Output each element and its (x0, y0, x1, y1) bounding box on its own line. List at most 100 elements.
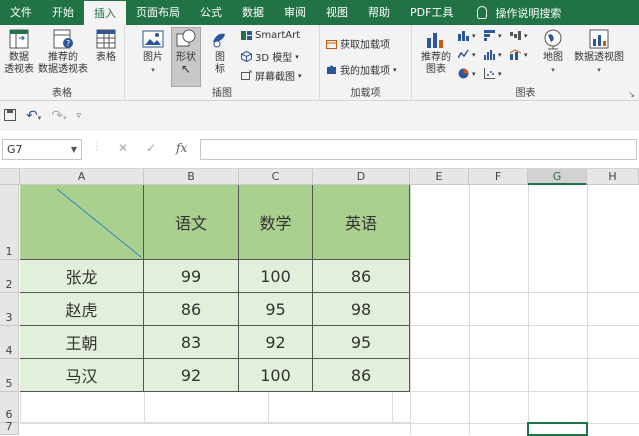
table-icon (95, 28, 117, 50)
my-addins-label: 我的加载项 (340, 66, 390, 77)
table-cell[interactable]: 86 (144, 293, 239, 326)
cancel-icon[interactable]: ✕ (118, 141, 128, 155)
icons-icon (209, 28, 231, 50)
my-addins-button[interactable]: 我的加载项 ▾ (326, 62, 397, 77)
table-button[interactable]: 表格 (91, 28, 121, 64)
recommended-charts-button[interactable]: 推荐的 图表 (418, 28, 454, 76)
tab-file[interactable]: 文件 (0, 0, 42, 25)
stat-chart-button[interactable]: ▾ (484, 49, 502, 60)
column-header-g[interactable]: G (528, 169, 587, 185)
chevron-down-icon: ▼ (70, 145, 77, 154)
recommended-pivot-label: 推荐的 数据透视表 (38, 52, 88, 75)
row-header-7[interactable]: 7 (0, 420, 19, 435)
table-label: 表格 (96, 52, 116, 63)
row-header-1[interactable]: 1 (0, 185, 19, 260)
table-cell[interactable]: 赵虎 (20, 293, 144, 326)
table-cell[interactable]: 92 (144, 359, 239, 392)
combo-chart-button[interactable]: ▾ (509, 49, 528, 60)
redo-icon[interactable]: ↷▾ (51, 108, 66, 124)
recommended-pivot-button[interactable]: ? 推荐的 数据透视表 (38, 28, 88, 76)
icons-label: 图 标 (215, 52, 225, 75)
header-cell-math[interactable]: 数学 (239, 185, 313, 260)
name-box[interactable]: G7 ▼ (2, 139, 82, 160)
column-header-c[interactable]: C (239, 169, 313, 185)
diagonal-header-cell[interactable] (20, 185, 144, 260)
row-header-3[interactable]: 3 (0, 293, 19, 326)
group-tables: 数据 透视表 ? 推荐的 数据透视表 表格 表格 (0, 25, 125, 101)
tab-view[interactable]: 视图 (316, 0, 358, 25)
picture-icon (142, 28, 164, 50)
table-cell[interactable]: 张龙 (20, 260, 144, 293)
undo-icon[interactable]: ↶▾ (26, 108, 41, 124)
pivot-chart-icon (588, 28, 610, 50)
row-header-2[interactable]: 2 (0, 260, 19, 293)
table-cell[interactable]: 95 (239, 293, 313, 326)
select-all-corner[interactable] (0, 169, 20, 185)
icons-button[interactable]: 图 标 (209, 28, 231, 76)
smartart-button[interactable]: SmartArt (241, 30, 300, 41)
column-chart-button[interactable]: ▾ (458, 30, 476, 41)
table-cell[interactable]: 86 (313, 359, 410, 392)
column-header-e[interactable]: E (410, 169, 469, 185)
enter-icon[interactable]: ✓ (146, 141, 156, 155)
pivot-chart-button[interactable]: 数据透视图 ▾ (572, 28, 626, 76)
tab-page-layout[interactable]: 页面布局 (126, 0, 190, 25)
cube-icon (241, 50, 252, 63)
header-cell-english[interactable]: 英语 (313, 185, 410, 260)
hierarchy-chart-button[interactable]: ▾ (484, 30, 502, 41)
smartart-icon (241, 30, 252, 41)
shapes-button[interactable]: 形状 ↖ (171, 27, 201, 87)
pie-chart-icon (458, 68, 469, 79)
tab-data[interactable]: 数据 (232, 0, 274, 25)
customize-qat-icon[interactable]: ▿ (77, 111, 82, 121)
active-cell-g7[interactable] (527, 422, 588, 436)
table-cell[interactable]: 83 (144, 326, 239, 359)
line-chart-button[interactable]: ▾ (457, 49, 476, 60)
row-header-5[interactable]: 5 (0, 359, 19, 392)
column-header-d[interactable]: D (313, 169, 410, 185)
table-cell[interactable]: 99 (144, 260, 239, 293)
header-cell-chinese[interactable]: 语文 (144, 185, 239, 260)
screenshot-button[interactable]: 屏幕截图 ▾ (241, 68, 302, 83)
pie-chart-button[interactable]: ▾ (458, 68, 476, 79)
table-cell[interactable]: 92 (239, 326, 313, 359)
row-header-4[interactable]: 4 (0, 326, 19, 359)
formula-input[interactable] (200, 139, 637, 160)
table-cell[interactable]: 95 (313, 326, 410, 359)
maps-button[interactable]: 地图 ▾ (540, 28, 566, 76)
picture-button[interactable]: 图片 ▾ (139, 28, 167, 76)
table-cell[interactable]: 98 (313, 293, 410, 326)
dialog-launcher-icon[interactable]: ↘ (628, 90, 635, 99)
table-cell[interactable]: 86 (313, 260, 410, 293)
more-icon: ⋮ (92, 141, 102, 152)
column-header-f[interactable]: F (469, 169, 528, 185)
3d-model-button[interactable]: 3D 模型 ▾ (241, 49, 299, 64)
tab-pdf-tools[interactable]: PDF工具 (400, 0, 463, 25)
tab-review[interactable]: 审阅 (274, 0, 316, 25)
table-cell[interactable]: 马汉 (20, 359, 144, 392)
tab-insert[interactable]: 插入 (84, 1, 126, 25)
column-header-b[interactable]: B (144, 169, 239, 185)
table-cell[interactable]: 100 (239, 260, 313, 293)
tab-home[interactable]: 开始 (42, 0, 84, 25)
scatter-chart-button[interactable]: ▾ (484, 68, 502, 79)
save-icon[interactable] (4, 108, 16, 124)
insert-function-icon[interactable]: fx (176, 141, 187, 155)
recommended-pivot-icon: ? (52, 28, 74, 50)
table-cell[interactable]: 100 (239, 359, 313, 392)
tell-me-search[interactable]: 操作说明搜索 (463, 5, 561, 21)
group-illustrations: 图片 ▾ 形状 ↖ 图 标 SmartArt 3D 模型 ▾ 屏幕截图 ▾ 插图 (125, 25, 320, 101)
group-addins: 获取加载项 我的加载项 ▾ 加载项 (320, 25, 412, 101)
picture-label: 图片 (143, 52, 163, 63)
pivot-table-label: 数据 透视表 (4, 52, 34, 75)
waterfall-chart-button[interactable]: ▾ (510, 30, 528, 41)
tab-help[interactable]: 帮助 (358, 0, 400, 25)
column-header-h[interactable]: H (587, 169, 639, 185)
table-cell[interactable]: 王朝 (20, 326, 144, 359)
tab-formulas[interactable]: 公式 (190, 0, 232, 25)
get-addins-button[interactable]: 获取加载项 (326, 36, 390, 51)
row-header-6[interactable]: 6 (0, 392, 19, 423)
pivot-table-button[interactable]: 数据 透视表 (3, 28, 35, 76)
mouse-cursor-icon: ↖ (180, 62, 192, 76)
column-header-a[interactable]: A (20, 169, 144, 185)
